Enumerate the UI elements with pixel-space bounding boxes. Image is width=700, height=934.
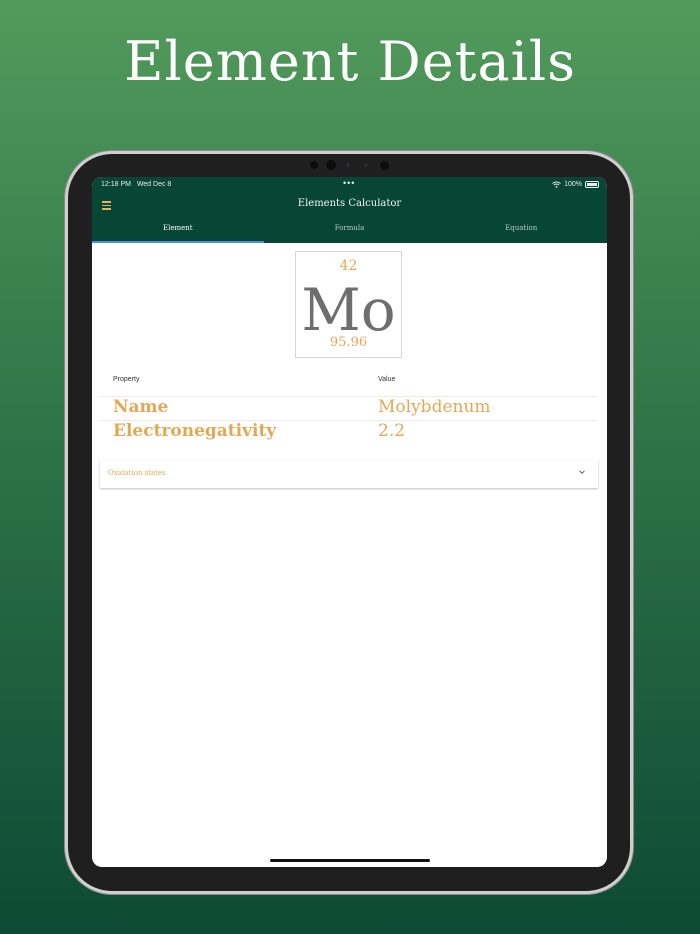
column-header-property: Property [113, 376, 140, 383]
wifi-icon [552, 181, 561, 188]
screen: 12:18 PM Wed Dec 8 ••• 100% Elements Cal… [92, 177, 607, 867]
tab-formula[interactable]: Formula [264, 223, 436, 243]
accordion-label: Oxidation states [108, 469, 166, 477]
camera-lens [326, 160, 336, 170]
atomic-number: 42 [339, 258, 358, 274]
status-time: 12:18 PM Wed Dec 8 [101, 181, 172, 188]
atomic-mass: 95.96 [329, 335, 368, 350]
tab-equation[interactable]: Equation [435, 223, 607, 243]
property-name-value: Molybdenum [378, 397, 491, 417]
volume-up-button [630, 210, 633, 230]
sensor-dot [310, 161, 318, 169]
column-header-value: Value [378, 376, 396, 383]
property-name-label: Name [113, 397, 169, 417]
status-bar: 12:18 PM Wed Dec 8 ••• 100% [92, 177, 607, 193]
headline: Element Details [124, 30, 576, 93]
element-tile: 42 Mo 95.96 [295, 251, 402, 358]
property-electronegativity-label: Electronegativity [113, 421, 277, 441]
sensor-dot [364, 163, 368, 167]
app-bar: 12:18 PM Wed Dec 8 ••• 100% Elements Cal… [92, 177, 607, 243]
chevron-down-icon[interactable] [578, 468, 586, 476]
tab-bar: Element Formula Equation [92, 223, 607, 243]
volume-down-button [630, 240, 633, 264]
sensor-dot [346, 163, 350, 167]
multitasking-dots[interactable]: ••• [343, 178, 355, 188]
oxidation-states-accordion[interactable]: Oxidation states [100, 460, 598, 488]
battery-icon [585, 181, 599, 188]
property-electronegativity-value: 2.2 [378, 421, 406, 441]
camera-bar [300, 158, 400, 172]
tab-element[interactable]: Element [92, 223, 264, 243]
status-right: 100% [552, 181, 599, 188]
home-indicator[interactable] [270, 859, 430, 862]
camera-lens [380, 161, 389, 170]
row-divider [100, 396, 598, 397]
app-title: Elements Calculator [297, 198, 402, 209]
battery-percent: 100% [564, 181, 582, 188]
element-symbol: Mo [301, 276, 396, 344]
